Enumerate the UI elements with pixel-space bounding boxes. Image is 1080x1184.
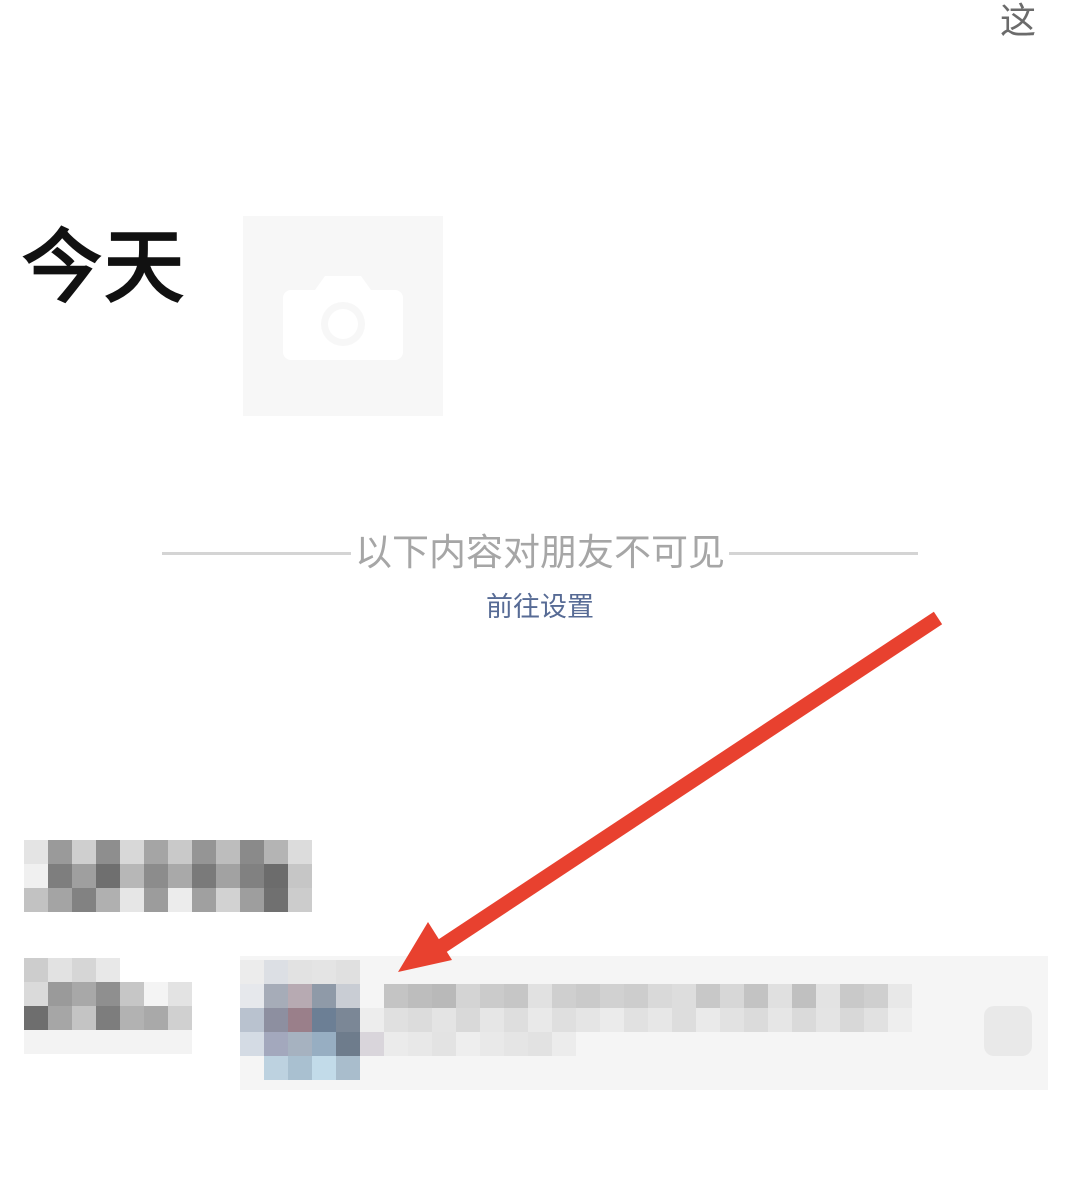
post-photo-button[interactable]	[243, 216, 443, 416]
privacy-notice-text: 以下内容对朋友不可见	[355, 531, 725, 574]
pixelated-post-label	[24, 958, 194, 1058]
camera-icon	[283, 276, 403, 360]
pixelated-post-date	[24, 840, 314, 915]
divider-line-left	[162, 551, 351, 555]
divider-line-right	[729, 551, 918, 555]
go-to-settings-link[interactable]: 前往设置	[486, 592, 594, 623]
privacy-divider: 以下内容对朋友不可见	[162, 528, 918, 578]
settings-link-row: 前往设置	[0, 588, 1080, 628]
header-corner-text: 这	[1000, 1, 1037, 42]
moments-page: 这 今天 以下内容对朋友不可见 前往设置	[0, 0, 1080, 1184]
date-label-today: 今天	[22, 221, 186, 314]
pixelated-post-card[interactable]	[240, 956, 1048, 1090]
